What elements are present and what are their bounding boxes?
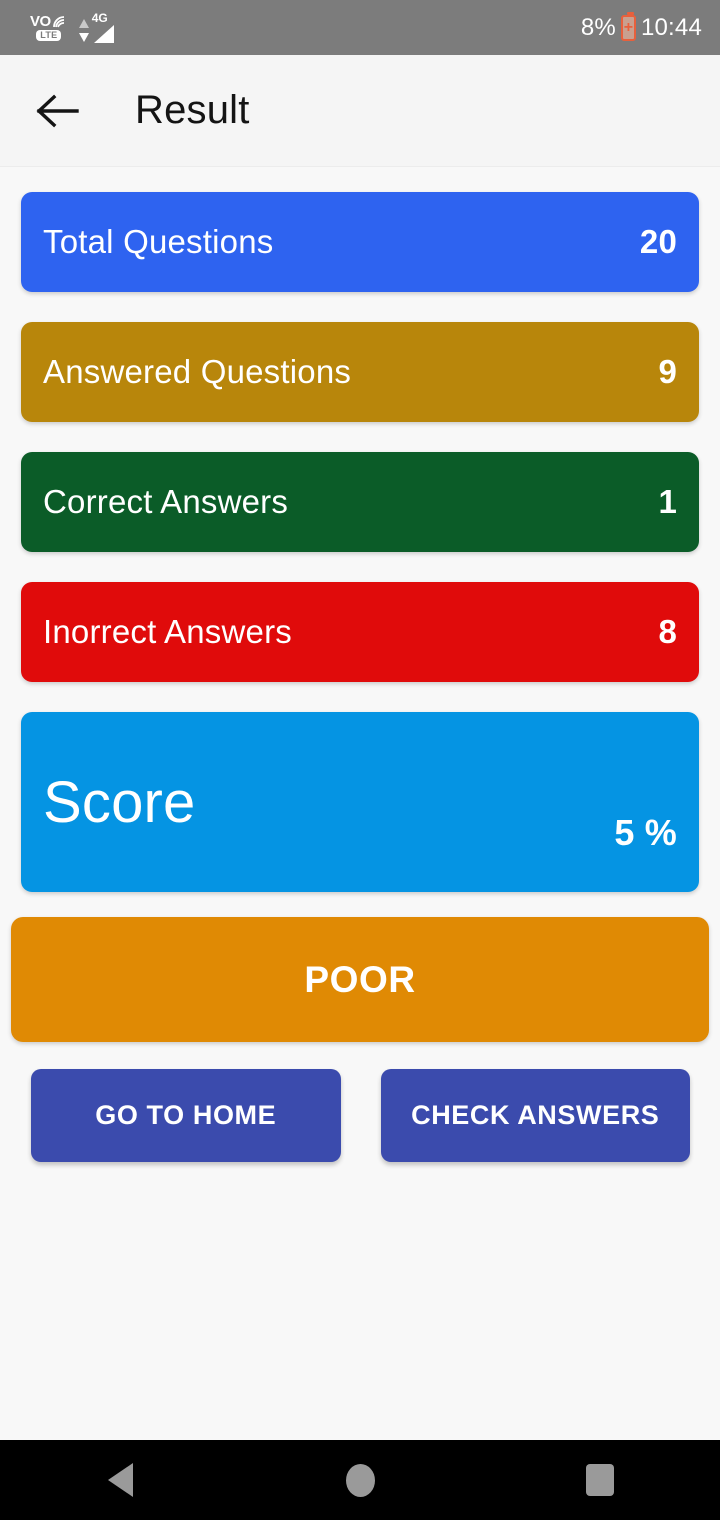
check-answers-button[interactable]: CHECK ANSWERS bbox=[380, 1069, 690, 1162]
arrow-left-icon bbox=[36, 94, 79, 127]
arrow-down-icon bbox=[78, 32, 89, 42]
stat-card-label: Inorrect Answers bbox=[43, 613, 292, 650]
go-to-home-label: GO TO HOME bbox=[95, 1100, 277, 1130]
nav-back-icon bbox=[107, 1463, 133, 1497]
phone-screen: VO LTE 4G 8% + 10:44 Result Total Questi… bbox=[0, 0, 720, 1520]
nav-recents-icon bbox=[586, 1464, 614, 1496]
nav-home-icon bbox=[345, 1463, 375, 1497]
battery-charging-icon bbox=[620, 11, 636, 41]
stat-card-total-questions[interactable]: Total Questions 20 bbox=[21, 192, 699, 292]
signal-wave-icon bbox=[52, 16, 64, 28]
status-bar-left-icons: VO LTE 4G bbox=[30, 11, 116, 45]
score-card[interactable]: Score 5 % bbox=[21, 712, 699, 892]
signal-bars-icon bbox=[93, 24, 114, 43]
android-navigation-bar bbox=[0, 1440, 720, 1520]
data-transfer-arrows-icon bbox=[78, 18, 90, 45]
page-title: Result bbox=[135, 88, 250, 132]
arrow-up-icon bbox=[78, 18, 89, 28]
grade-label: POOR bbox=[304, 958, 416, 1000]
stat-card-incorrect-answers[interactable]: Inorrect Answers 8 bbox=[21, 582, 699, 682]
score-value: 5 % bbox=[614, 812, 677, 853]
stat-card-value: 1 bbox=[658, 483, 677, 520]
grade-banner: POOR bbox=[11, 917, 709, 1042]
result-content: Total Questions 20 Answered Questions 9 … bbox=[0, 167, 720, 1440]
status-bar: VO LTE 4G 8% + 10:44 bbox=[0, 0, 720, 55]
go-to-home-button[interactable]: GO TO HOME bbox=[31, 1069, 341, 1162]
score-label: Score bbox=[43, 769, 196, 835]
volte-icon: VO LTE bbox=[30, 14, 68, 41]
nav-home-button[interactable] bbox=[315, 1440, 405, 1520]
volte-vo-label: VO bbox=[30, 13, 51, 30]
app-bar: Result bbox=[0, 55, 720, 167]
mobile-signal-icon: 4G bbox=[78, 11, 116, 45]
stat-card-value: 20 bbox=[639, 223, 677, 260]
nav-back-button[interactable] bbox=[75, 1440, 165, 1520]
stat-card-label: Total Questions bbox=[43, 223, 274, 260]
stat-card-correct-answers[interactable]: Correct Answers 1 bbox=[21, 452, 699, 552]
back-button[interactable] bbox=[34, 87, 82, 135]
stat-card-value: 9 bbox=[658, 353, 677, 390]
check-answers-label: CHECK ANSWERS bbox=[411, 1100, 660, 1130]
stat-card-value: 8 bbox=[658, 613, 677, 650]
clock-label: 10:44 bbox=[640, 13, 702, 41]
action-button-row: GO TO HOME CHECK ANSWERS bbox=[0, 1042, 720, 1162]
battery-percent-label: 8% bbox=[580, 13, 616, 41]
volte-lte-label: LTE bbox=[36, 30, 62, 41]
stat-card-label: Correct Answers bbox=[43, 483, 289, 520]
nav-recents-button[interactable] bbox=[555, 1440, 645, 1520]
stat-card-answered-questions[interactable]: Answered Questions 9 bbox=[21, 322, 699, 422]
stat-card-label: Answered Questions bbox=[43, 353, 352, 390]
status-bar-right-icons: 8% 10:44 bbox=[580, 11, 702, 42]
